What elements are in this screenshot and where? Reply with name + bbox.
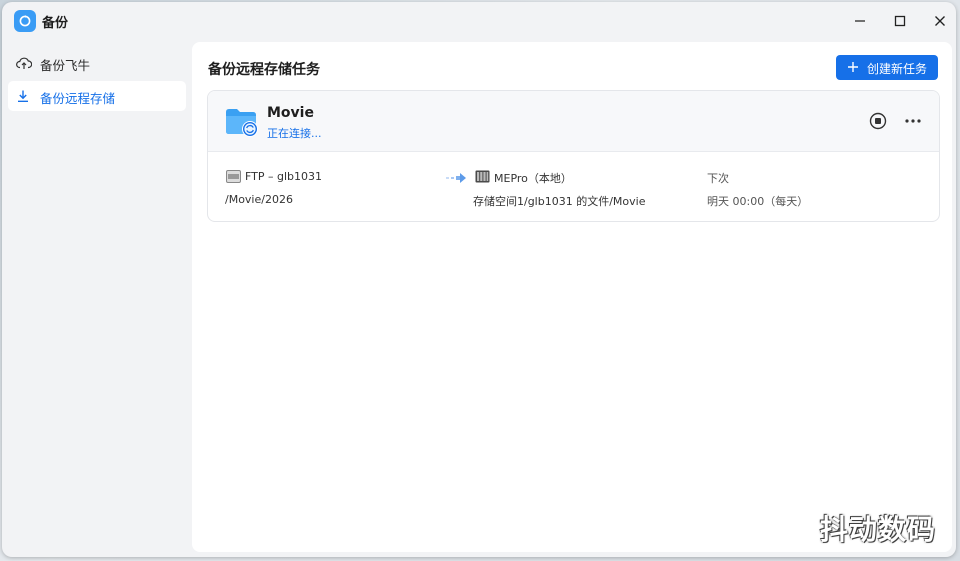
ftp-icon bbox=[226, 170, 241, 183]
source-path: /Movie/2026 bbox=[225, 193, 293, 206]
task-name: Movie bbox=[267, 105, 314, 121]
backup-window: 备份 备份飞牛 备份远程存储 备份远程存储任务 创建新任务 Movie 正在连接… bbox=[2, 2, 956, 557]
sidebar-item-label: 备份远程存储 bbox=[40, 91, 116, 106]
task-card-header: Movie 正在连接... bbox=[208, 91, 939, 152]
more-options-button[interactable] bbox=[902, 111, 924, 131]
sidebar: 备份飞牛 备份远程存储 bbox=[2, 42, 190, 557]
title-bar: 备份 bbox=[2, 2, 956, 40]
create-task-button[interactable]: 创建新任务 bbox=[836, 55, 938, 80]
download-icon bbox=[18, 90, 28, 103]
stop-icon bbox=[869, 112, 887, 130]
maximize-icon bbox=[894, 15, 906, 27]
sidebar-item-backup-fnos[interactable]: 备份飞牛 bbox=[8, 48, 186, 78]
page-title: 备份远程存储任务 bbox=[208, 62, 320, 78]
next-run-label: 下次 bbox=[707, 172, 729, 185]
create-task-label: 创建新任务 bbox=[867, 62, 928, 76]
backup-app-icon bbox=[14, 10, 36, 32]
sidebar-item-backup-remote[interactable]: 备份远程存储 bbox=[8, 81, 186, 111]
task-status: 正在连接... bbox=[267, 127, 322, 140]
close-button[interactable] bbox=[924, 8, 956, 34]
close-icon bbox=[935, 16, 945, 26]
maximize-button[interactable] bbox=[884, 8, 916, 34]
sidebar-item-label: 备份飞牛 bbox=[40, 58, 91, 73]
watermark-text: 抖动数码 bbox=[820, 513, 937, 546]
minimize-button[interactable] bbox=[844, 8, 876, 34]
source-name: FTP – glb1031 bbox=[245, 170, 322, 183]
task-card[interactable]: Movie 正在连接... FTP – glb1031 /Movie/2026 … bbox=[207, 90, 940, 222]
more-icon bbox=[905, 119, 921, 123]
folder-sync-icon bbox=[226, 109, 258, 137]
arrow-right-icon bbox=[446, 173, 466, 183]
destination-path: 存储空间1/glb1031 的文件/Movie bbox=[473, 195, 646, 208]
cloud-upload-icon bbox=[16, 57, 32, 69]
stop-task-button[interactable] bbox=[868, 111, 888, 131]
main-panel: 备份远程存储任务 创建新任务 Movie 正在连接... FTP – glb10… bbox=[192, 42, 952, 552]
nas-device-icon bbox=[475, 170, 490, 183]
app-title: 备份 bbox=[42, 16, 69, 31]
minimize-icon bbox=[855, 20, 865, 22]
plus-icon bbox=[848, 62, 858, 72]
next-run-value: 明天 00:00（每天） bbox=[707, 195, 809, 208]
destination-name: MEPro（本地） bbox=[494, 172, 572, 185]
